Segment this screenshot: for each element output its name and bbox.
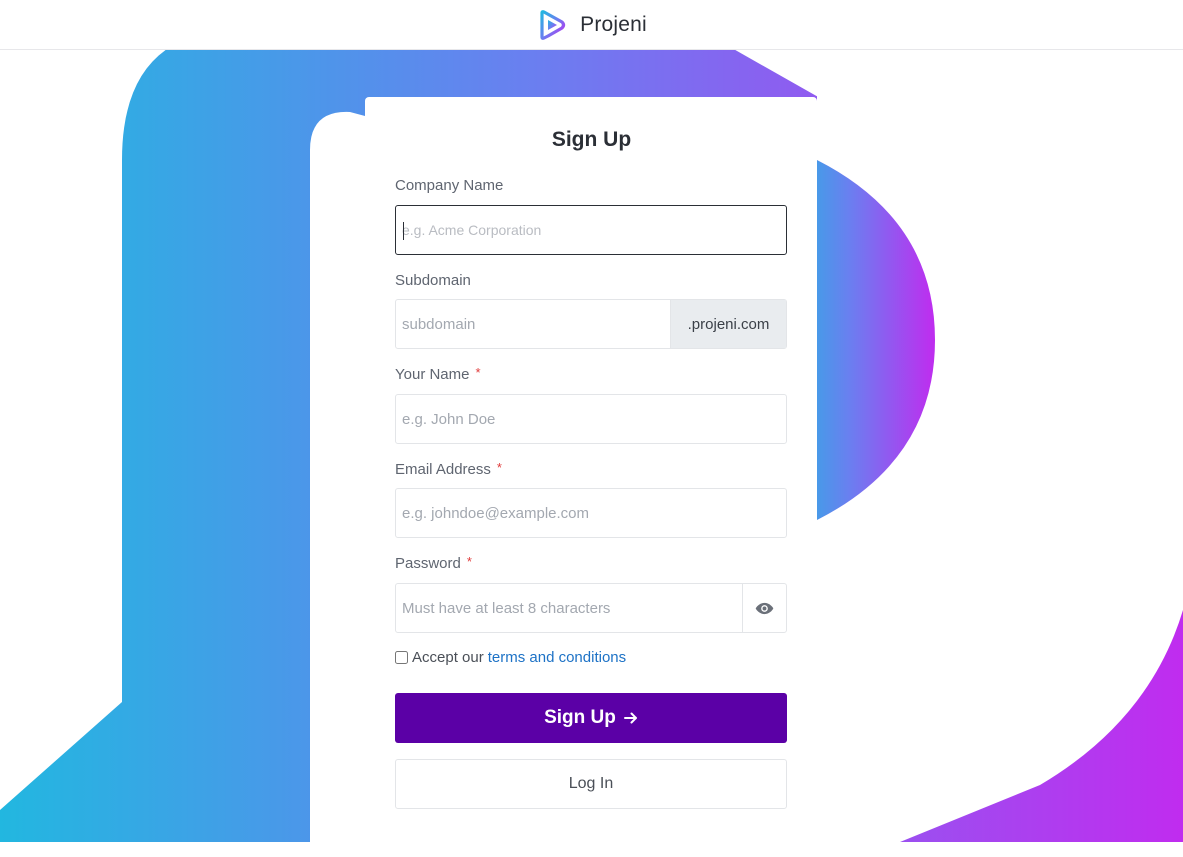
eye-icon [755, 602, 774, 614]
password-input[interactable] [396, 584, 742, 632]
your-name-label-text: Your Name [395, 366, 470, 383]
page-title: Sign Up [551, 128, 632, 151]
subdomain-field[interactable]: .projeni.com [395, 299, 787, 349]
brand-name: Projeni [580, 12, 647, 36]
show-password-button[interactable] [742, 584, 786, 632]
company-name-field[interactable] [395, 205, 787, 255]
email-field[interactable] [395, 488, 787, 538]
text-caret [403, 222, 404, 240]
terms-link[interactable]: terms and conditions [488, 649, 626, 666]
terms-row: Accept our terms and conditions [395, 649, 626, 666]
brand[interactable]: Projeni [536, 9, 647, 41]
email-label: Email Address * [395, 460, 502, 478]
terms-checkbox[interactable] [395, 651, 408, 664]
password-field[interactable] [395, 583, 787, 633]
terms-prefix: Accept our [412, 649, 484, 666]
email-label-text: Email Address [395, 461, 491, 478]
your-name-field[interactable] [395, 394, 787, 444]
sign-up-button-label: Sign Up [544, 707, 616, 728]
subdomain-suffix: .projeni.com [670, 300, 786, 348]
company-name-label-text: Company Name [395, 177, 504, 194]
required-marker: * [475, 365, 481, 380]
subdomain-label-text: Subdomain [395, 272, 471, 289]
password-label: Password * [395, 554, 472, 572]
log-in-button[interactable]: Log In [395, 759, 787, 809]
subdomain-label: Subdomain [395, 272, 471, 289]
subdomain-input[interactable] [396, 300, 670, 348]
password-label-text: Password [395, 555, 461, 572]
your-name-input[interactable] [396, 395, 786, 443]
company-name-input[interactable] [396, 206, 786, 254]
sign-up-button[interactable]: Sign Up [395, 693, 787, 743]
required-marker: * [496, 460, 502, 475]
projeni-logo-icon [540, 9, 566, 40]
email-input[interactable] [396, 489, 786, 537]
top-bar: Projeni [0, 0, 1183, 50]
company-name-label: Company Name [395, 177, 503, 194]
arrow-right-icon [623, 712, 637, 724]
your-name-label: Your Name * [395, 365, 481, 383]
required-marker: * [466, 554, 472, 569]
